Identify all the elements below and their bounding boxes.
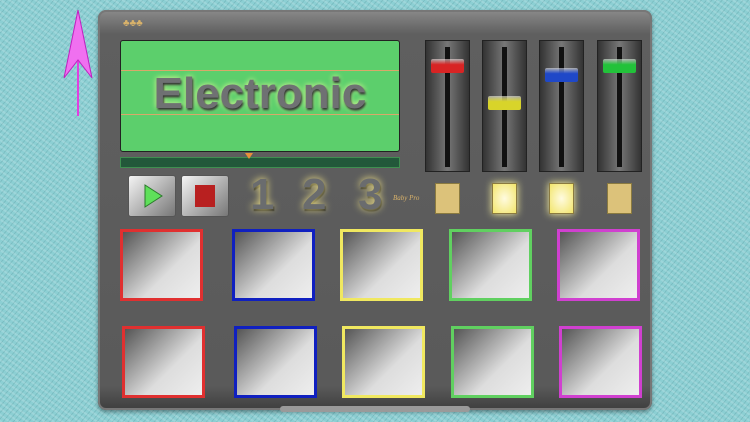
track-3-button[interactable]: 3 [358, 170, 382, 220]
brand-logo: Baby Pro [393, 194, 420, 202]
drum-pad[interactable] [342, 326, 425, 398]
fader-knob[interactable] [431, 59, 464, 74]
progress-marker[interactable] [244, 153, 253, 159]
fader-slot [559, 47, 564, 167]
drum-pad[interactable] [122, 326, 205, 398]
panel-handle [280, 406, 470, 412]
fader-knob[interactable] [603, 59, 636, 74]
fader-4[interactable] [597, 40, 642, 172]
drum-pad[interactable] [559, 326, 642, 398]
genre-display[interactable]: Electronic [120, 40, 400, 152]
drum-pad[interactable] [234, 326, 317, 398]
track-1-button[interactable]: 1 [250, 170, 274, 220]
indicator-light-1 [435, 183, 460, 214]
fader-3[interactable] [539, 40, 584, 172]
back-arrow-icon[interactable] [62, 8, 96, 118]
fader-knob[interactable] [488, 95, 521, 110]
genre-title: Electronic [153, 69, 367, 118]
drum-pad[interactable] [340, 229, 423, 301]
play-button[interactable] [128, 175, 176, 217]
play-icon [144, 184, 163, 208]
drum-pad[interactable] [557, 229, 640, 301]
stop-icon [195, 185, 215, 207]
progress-bar[interactable] [120, 153, 400, 168]
fader-1[interactable] [425, 40, 470, 172]
fader-2[interactable] [482, 40, 527, 172]
indicator-light-2 [492, 183, 517, 214]
drum-pad[interactable] [120, 229, 203, 301]
logo-icon: ♣♣♣ [123, 18, 143, 29]
drum-pad[interactable] [451, 326, 534, 398]
fader-knob[interactable] [545, 67, 578, 82]
indicator-light-3 [549, 183, 574, 214]
drum-pad[interactable] [232, 229, 315, 301]
stop-button[interactable] [181, 175, 229, 217]
track-2-button[interactable]: 2 [302, 170, 326, 220]
drum-pad[interactable] [449, 229, 532, 301]
indicator-light-4 [607, 183, 632, 214]
